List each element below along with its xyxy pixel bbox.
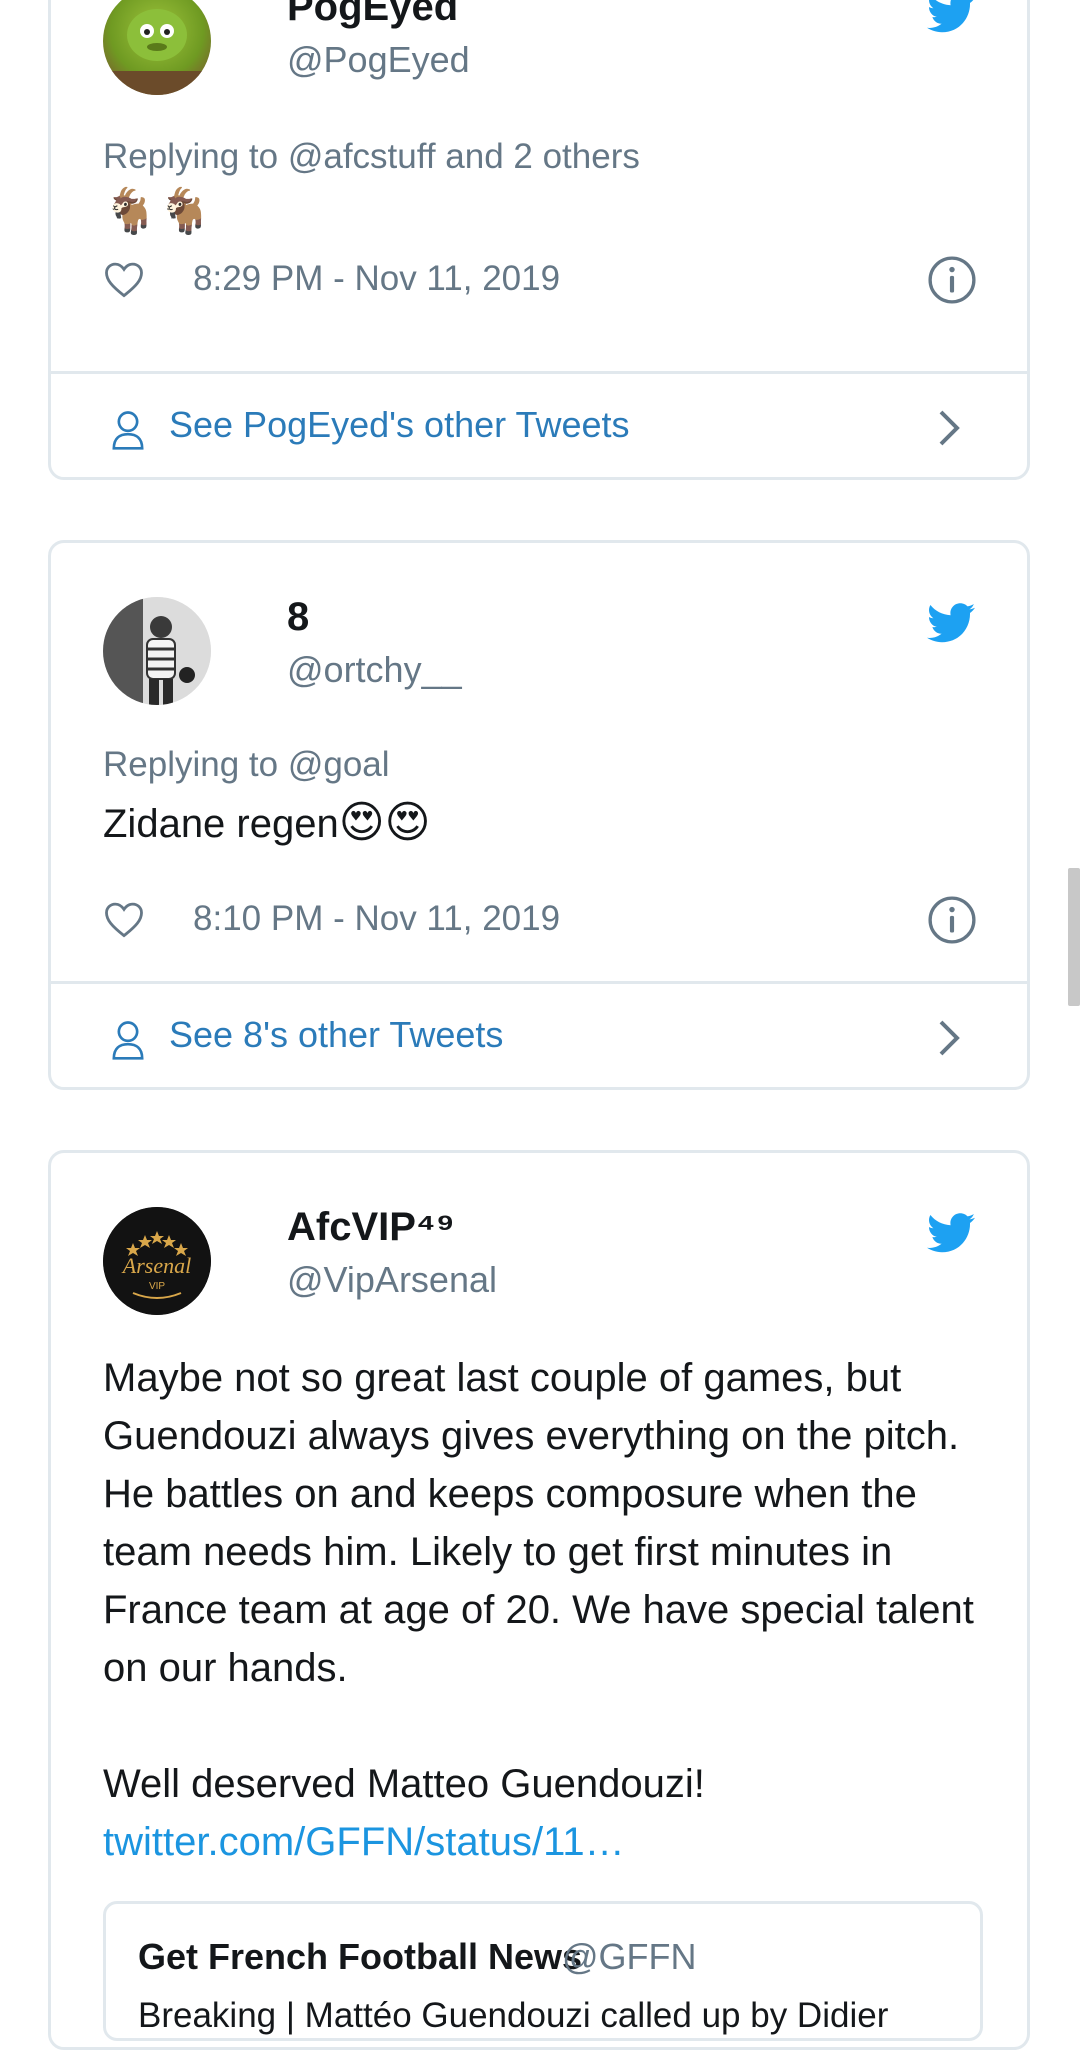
avatar[interactable] [103,597,211,705]
info-icon[interactable] [927,895,977,945]
twitter-bird-icon[interactable] [927,0,975,33]
tweet-card-afcvip: Arsenal VIP AfcVIP⁴⁹ @VipArsenal Maybe n… [48,1150,1030,2050]
avatar-image-icon [103,9,211,95]
tweet-card-pogeyed: PogEyed @PogEyed Replying to @afcstuff a… [48,0,1030,480]
twitter-bird-icon[interactable] [927,603,975,643]
see-other-tweets-label[interactable]: See 8's other Tweets [169,1014,503,1056]
avatar[interactable]: Arsenal VIP [103,1207,211,1315]
quoted-user-handle: @GFFN [562,1936,697,1977]
tweet-text: 🐐🐐 [103,187,213,236]
tweet-paragraph: Maybe not so great last couple of games,… [103,1356,974,1690]
quoted-display-name: Get French Football News [138,1936,583,1977]
quoted-tweet-text: Breaking | Mattéo Guendouzi called up by… [138,1996,889,2035]
chevron-right-icon[interactable] [937,408,961,448]
tweet-timestamp[interactable]: 8:10 PM - Nov 11, 2019 [193,899,560,939]
person-icon [112,1021,144,1060]
info-icon[interactable] [927,255,977,305]
user-handle[interactable]: @PogEyed [287,39,470,81]
display-name[interactable]: PogEyed [287,0,458,30]
user-handle[interactable]: @VipArsenal [287,1259,497,1301]
see-other-tweets-label[interactable]: See PogEyed's other Tweets [169,404,630,446]
tweet-link[interactable]: twitter.com/GFFN/status/11… [103,1813,983,1871]
tweet-text: Zidane regen😍😍 [103,797,430,848]
display-name[interactable]: AfcVIP⁴⁹ [287,1205,455,1250]
tweet-paragraph: Well deserved Matteo Guendouzi! [103,1762,705,1806]
heart-icon[interactable] [103,899,145,939]
see-other-tweets-link[interactable]: See PogEyed's other Tweets [51,374,1027,477]
avatar[interactable] [103,0,211,95]
avatar-image-icon [103,597,211,705]
replying-to[interactable]: Replying to @afcstuff and 2 others [103,137,640,177]
tweet-timestamp[interactable]: 8:29 PM - Nov 11, 2019 [193,259,560,299]
heart-eyes-emoji: 😍😍 [338,798,431,847]
svg-text:Arsenal: Arsenal [121,1253,191,1278]
replying-to[interactable]: Replying to @goal [103,745,390,785]
svg-text:VIP: VIP [149,1281,165,1292]
scrollbar[interactable] [1068,868,1080,1006]
see-other-tweets-link[interactable]: See 8's other Tweets [51,984,1027,1087]
person-icon [112,411,144,450]
arsenal-vip-logo-icon: Arsenal VIP [103,1207,211,1315]
user-handle[interactable]: @ortchy__ [287,649,462,691]
twitter-bird-icon[interactable] [927,1213,975,1253]
tweet-text: Maybe not so great last couple of games,… [103,1349,983,1871]
tweet-text-body: Zidane regen [103,802,339,846]
display-name[interactable]: 8 [287,595,309,640]
tweet-card-8: 8 @ortchy__ Replying to @goal Zidane reg… [48,540,1030,1090]
paragraph-spacer [103,1697,983,1755]
heart-icon[interactable] [103,259,145,299]
quoted-tweet[interactable]: Get French Football News @GFFN Breaking … [103,1901,983,2041]
chevron-right-icon[interactable] [937,1018,961,1058]
